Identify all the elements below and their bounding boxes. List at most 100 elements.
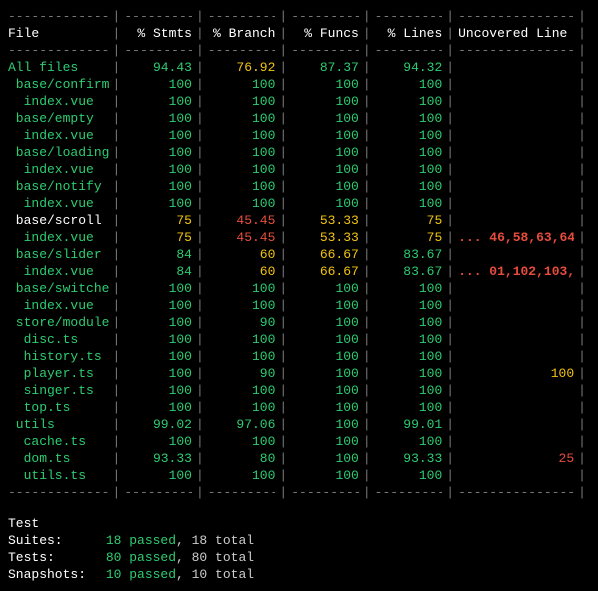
- cell-uncovered: [458, 161, 574, 178]
- cell-funcs: 100: [291, 110, 359, 127]
- table-row: base/confirm|100|100|100|100||: [8, 76, 590, 93]
- cell-uncovered: [458, 433, 574, 450]
- cell-lines: 75: [375, 212, 443, 229]
- col-header-funcs: % Funcs: [291, 25, 359, 42]
- cell-funcs: 100: [291, 280, 359, 297]
- cell-file: dom.ts: [8, 450, 109, 467]
- test-summary: Test Suites: 18 passed, 18 total Tests: …: [8, 515, 590, 583]
- cell-funcs: 87.37: [291, 59, 359, 76]
- cell-uncovered: [458, 212, 574, 229]
- cell-stmts: 100: [124, 144, 192, 161]
- summary-total: , 80 total: [176, 550, 254, 565]
- cell-branch: 100: [208, 331, 276, 348]
- cell-file: top.ts: [8, 399, 109, 416]
- cell-file: index.vue: [8, 229, 109, 246]
- cell-branch: 100: [208, 178, 276, 195]
- cell-uncovered: ... 01,102,103,106: [458, 263, 574, 280]
- table-row: index.vue|100|100|100|100||: [8, 195, 590, 212]
- cell-branch: 100: [208, 161, 276, 178]
- cell-file: history.ts: [8, 348, 109, 365]
- cell-file: index.vue: [8, 263, 109, 280]
- cell-branch: 45.45: [208, 229, 276, 246]
- cell-file: cache.ts: [8, 433, 109, 450]
- cell-funcs: 100: [291, 178, 359, 195]
- summary-passed: 18 passed: [106, 533, 176, 548]
- cell-funcs: 100: [291, 450, 359, 467]
- summary-tests: Tests: 80 passed, 80 total: [8, 549, 590, 566]
- cell-lines: 100: [375, 161, 443, 178]
- cell-uncovered: [458, 297, 574, 314]
- cell-file: utils: [8, 416, 109, 433]
- cell-file: disc.ts: [8, 331, 109, 348]
- summary-label: Test Suites:: [8, 515, 98, 549]
- cell-uncovered: [458, 280, 574, 297]
- cell-file: base/switches: [8, 280, 109, 297]
- cell-branch: 100: [208, 297, 276, 314]
- cell-branch: 97.06: [208, 416, 276, 433]
- cell-lines: 100: [375, 144, 443, 161]
- cell-funcs: 100: [291, 314, 359, 331]
- cell-file: player.ts: [8, 365, 109, 382]
- cell-stmts: 100: [124, 433, 192, 450]
- table-divider: --------------|---------|---------|-----…: [8, 42, 590, 59]
- cell-uncovered: [458, 467, 574, 484]
- table-row: index.vue|100|100|100|100||: [8, 297, 590, 314]
- table-row: index.vue|84|60|66.67|83.67|... 01,102,1…: [8, 263, 590, 280]
- cell-stmts: 93.33: [124, 450, 192, 467]
- cell-branch: 100: [208, 348, 276, 365]
- cell-funcs: 100: [291, 467, 359, 484]
- cell-stmts: 100: [124, 382, 192, 399]
- col-header-file: File: [8, 25, 109, 42]
- cell-uncovered: [458, 348, 574, 365]
- cell-lines: 99.01: [375, 416, 443, 433]
- cell-lines: 100: [375, 467, 443, 484]
- table-row: base/switches|100|100|100|100||: [8, 280, 590, 297]
- cell-file: base/loading: [8, 144, 109, 161]
- table-row: index.vue|100|100|100|100||: [8, 93, 590, 110]
- cell-funcs: 100: [291, 399, 359, 416]
- cell-lines: 75: [375, 229, 443, 246]
- cell-lines: 94.32: [375, 59, 443, 76]
- cell-uncovered: [458, 246, 574, 263]
- cell-file: All files: [8, 59, 109, 76]
- cell-uncovered: [458, 331, 574, 348]
- cell-stmts: 100: [124, 348, 192, 365]
- cell-stmts: 100: [124, 365, 192, 382]
- table-row: history.ts|100|100|100|100||: [8, 348, 590, 365]
- cell-uncovered: [458, 76, 574, 93]
- cell-uncovered: [458, 93, 574, 110]
- cell-funcs: 100: [291, 297, 359, 314]
- table-row: base/scroll|75|45.45|53.33|75||: [8, 212, 590, 229]
- cell-file: index.vue: [8, 127, 109, 144]
- cell-funcs: 53.33: [291, 212, 359, 229]
- cell-funcs: 100: [291, 382, 359, 399]
- cell-lines: 100: [375, 127, 443, 144]
- summary-snapshots: Snapshots: 10 passed, 10 total: [8, 566, 590, 583]
- cell-lines: 100: [375, 280, 443, 297]
- cell-file: base/empty: [8, 110, 109, 127]
- cell-funcs: 100: [291, 161, 359, 178]
- table-row: cache.ts|100|100|100|100||: [8, 433, 590, 450]
- coverage-table: --------------|---------|---------|-----…: [8, 8, 590, 501]
- cell-file: base/scroll: [8, 212, 109, 229]
- cell-funcs: 100: [291, 195, 359, 212]
- cell-branch: 100: [208, 110, 276, 127]
- cell-stmts: 100: [124, 195, 192, 212]
- table-row: All files|94.43|76.92|87.37|94.32||: [8, 59, 590, 76]
- summary-test-suites: Test Suites: 18 passed, 18 total: [8, 515, 590, 549]
- cell-funcs: 100: [291, 365, 359, 382]
- cell-lines: 83.67: [375, 263, 443, 280]
- col-header-lines: % Lines: [375, 25, 443, 42]
- summary-label: Tests:: [8, 549, 98, 566]
- cell-funcs: 100: [291, 76, 359, 93]
- table-row: player.ts|100|90|100|100|100|: [8, 365, 590, 382]
- cell-uncovered: [458, 110, 574, 127]
- cell-lines: 100: [375, 382, 443, 399]
- cell-funcs: 100: [291, 348, 359, 365]
- col-header-stmts: % Stmts: [124, 25, 192, 42]
- table-divider: --------------|---------|---------|-----…: [8, 484, 590, 501]
- cell-stmts: 100: [124, 93, 192, 110]
- cell-branch: 76.92: [208, 59, 276, 76]
- cell-branch: 100: [208, 433, 276, 450]
- cell-lines: 100: [375, 178, 443, 195]
